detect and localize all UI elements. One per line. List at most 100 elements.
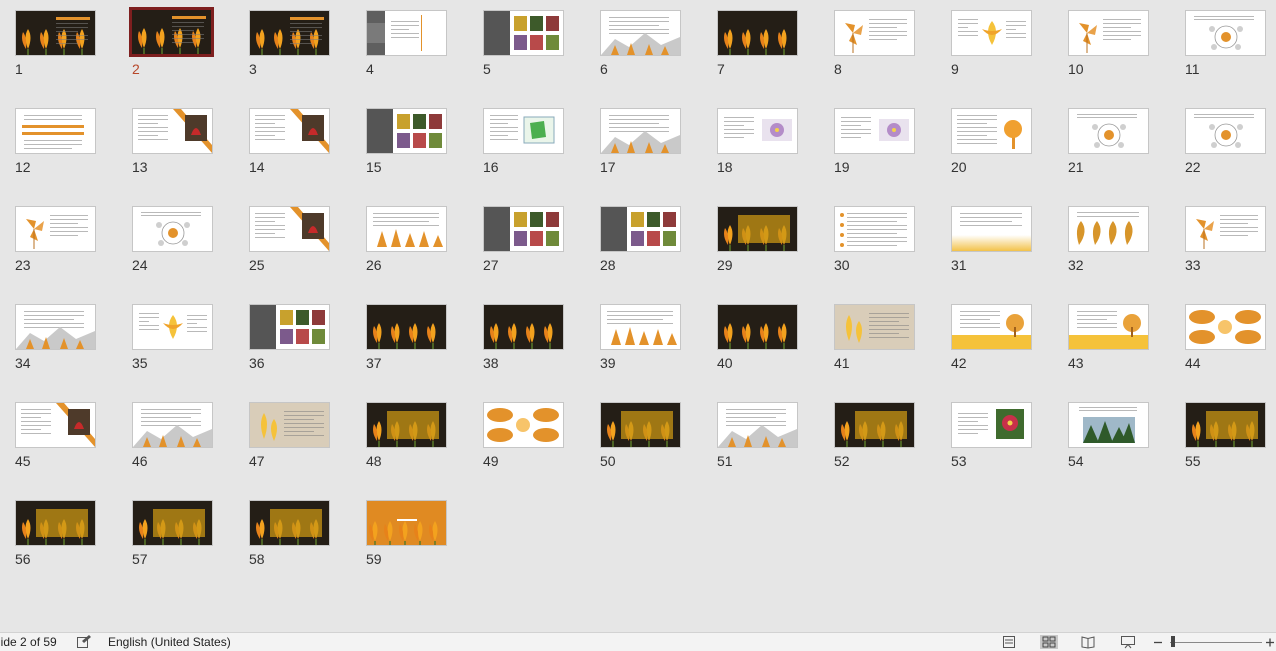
slide-preview[interactable] (834, 402, 915, 448)
slide-preview[interactable] (483, 10, 564, 56)
slide-thumbnail-56[interactable]: 56 (15, 500, 96, 567)
slide-thumbnail-58[interactable]: 58 (249, 500, 330, 567)
slide-preview[interactable] (15, 108, 96, 154)
slide-preview[interactable] (483, 206, 564, 252)
slide-thumbnail-59[interactable]: 59 (366, 500, 447, 567)
slide-preview[interactable] (15, 500, 96, 546)
slide-preview[interactable] (1068, 10, 1149, 56)
slide-thumbnail-18[interactable]: 18 (717, 108, 798, 175)
slide-thumbnail-16[interactable]: 16 (483, 108, 564, 175)
slide-preview[interactable] (249, 206, 330, 252)
slide-preview[interactable] (1068, 304, 1149, 350)
slide-thumbnail-30[interactable]: 30 (834, 206, 915, 273)
slide-thumbnail-8[interactable]: 8 (834, 10, 915, 77)
slide-thumbnail-4[interactable]: 4 (366, 10, 447, 77)
slide-thumbnail-28[interactable]: 28 (600, 206, 681, 273)
slide-thumbnail-15[interactable]: 15 (366, 108, 447, 175)
language-indicator[interactable]: English (United States) (108, 636, 231, 649)
slide-thumbnail-24[interactable]: 24 (132, 206, 213, 273)
slide-thumbnail-38[interactable]: 38 (483, 304, 564, 371)
slide-thumbnail-37[interactable]: 37 (366, 304, 447, 371)
slide-thumbnail-55[interactable]: 55 (1185, 402, 1266, 469)
zoom-slider-thumb[interactable] (1171, 636, 1175, 647)
slide-preview[interactable] (249, 500, 330, 546)
reading-view-icon[interactable] (1080, 635, 1096, 649)
slide-thumbnail-26[interactable]: 26 (366, 206, 447, 273)
slide-preview[interactable] (717, 402, 798, 448)
slide-thumbnail-6[interactable]: 6 (600, 10, 681, 77)
slide-thumbnail-10[interactable]: 10 (1068, 10, 1149, 77)
slide-thumbnail-23[interactable]: 23 (15, 206, 96, 273)
slide-preview[interactable] (15, 402, 96, 448)
slide-thumbnail-20[interactable]: 20 (951, 108, 1032, 175)
slide-thumbnail-13[interactable]: 13 (132, 108, 213, 175)
slide-preview[interactable] (600, 10, 681, 56)
slide-preview[interactable] (834, 10, 915, 56)
slide-preview[interactable] (717, 10, 798, 56)
slide-preview[interactable] (600, 402, 681, 448)
slide-thumbnail-22[interactable]: 22 (1185, 108, 1266, 175)
slide-thumbnail-12[interactable]: 12 (15, 108, 96, 175)
slide-preview[interactable] (951, 402, 1032, 448)
slide-preview[interactable] (132, 402, 213, 448)
slide-preview[interactable] (1185, 402, 1266, 448)
slide-thumbnail-3[interactable]: 3 (249, 10, 330, 77)
slide-thumbnail-36[interactable]: 36 (249, 304, 330, 371)
slide-preview[interactable] (483, 402, 564, 448)
slide-thumbnail-21[interactable]: 21 (1068, 108, 1149, 175)
slide-preview[interactable] (600, 304, 681, 350)
slide-thumbnail-52[interactable]: 52 (834, 402, 915, 469)
slide-thumbnail-9[interactable]: 9 (951, 10, 1032, 77)
slide-preview[interactable] (600, 206, 681, 252)
slide-thumbnail-14[interactable]: 14 (249, 108, 330, 175)
slideshow-icon[interactable] (1120, 635, 1136, 649)
slide-preview[interactable] (1068, 206, 1149, 252)
slide-thumbnail-32[interactable]: 32 (1068, 206, 1149, 273)
slide-preview[interactable] (15, 206, 96, 252)
slide-preview[interactable] (951, 10, 1032, 56)
slide-thumbnail-41[interactable]: 41 (834, 304, 915, 371)
slide-preview[interactable] (834, 304, 915, 350)
slide-thumbnail-2[interactable]: 2 (129, 7, 214, 77)
slide-thumbnail-5[interactable]: 5 (483, 10, 564, 77)
slide-thumbnail-48[interactable]: 48 (366, 402, 447, 469)
slide-preview[interactable] (132, 206, 213, 252)
slide-thumbnail-19[interactable]: 19 (834, 108, 915, 175)
slide-preview[interactable] (249, 402, 330, 448)
slide-thumbnail-34[interactable]: 34 (15, 304, 96, 371)
slide-preview[interactable] (249, 304, 330, 350)
slide-preview[interactable] (1185, 108, 1266, 154)
slide-thumbnail-54[interactable]: 54 (1068, 402, 1149, 469)
slide-preview[interactable] (951, 304, 1032, 350)
slide-preview[interactable] (366, 304, 447, 350)
notes-icon[interactable] (1001, 635, 1017, 649)
slide-thumbnail-35[interactable]: 35 (132, 304, 213, 371)
slide-thumbnail-50[interactable]: 50 (600, 402, 681, 469)
slide-preview[interactable] (132, 304, 213, 350)
slide-preview[interactable] (717, 206, 798, 252)
slide-thumbnail-47[interactable]: 47 (249, 402, 330, 469)
slide-thumbnail-44[interactable]: 44 (1185, 304, 1266, 371)
slide-thumbnail-1[interactable]: 1 (15, 10, 96, 77)
slide-thumbnail-39[interactable]: 39 (600, 304, 681, 371)
slide-preview[interactable] (834, 206, 915, 252)
slide-thumbnail-33[interactable]: 33 (1185, 206, 1266, 273)
slide-preview[interactable] (1185, 304, 1266, 350)
slide-thumbnail-53[interactable]: 53 (951, 402, 1032, 469)
slide-preview[interactable] (951, 108, 1032, 154)
slide-thumbnail-43[interactable]: 43 (1068, 304, 1149, 371)
slide-preview[interactable] (483, 108, 564, 154)
slide-preview[interactable] (132, 108, 213, 154)
slide-thumbnail-27[interactable]: 27 (483, 206, 564, 273)
slide-preview[interactable] (600, 108, 681, 154)
slide-thumbnail-11[interactable]: 11 (1185, 10, 1266, 77)
slide-thumbnail-51[interactable]: 51 (717, 402, 798, 469)
slide-thumbnail-57[interactable]: 57 (132, 500, 213, 567)
slide-thumbnail-42[interactable]: 42 (951, 304, 1032, 371)
slide-thumbnail-49[interactable]: 49 (483, 402, 564, 469)
slide-preview[interactable] (1068, 108, 1149, 154)
slide-preview[interactable] (366, 402, 447, 448)
slide-preview[interactable] (366, 10, 447, 56)
slide-sorter-icon[interactable] (1040, 635, 1058, 649)
slide-thumbnail-31[interactable]: 31 (951, 206, 1032, 273)
